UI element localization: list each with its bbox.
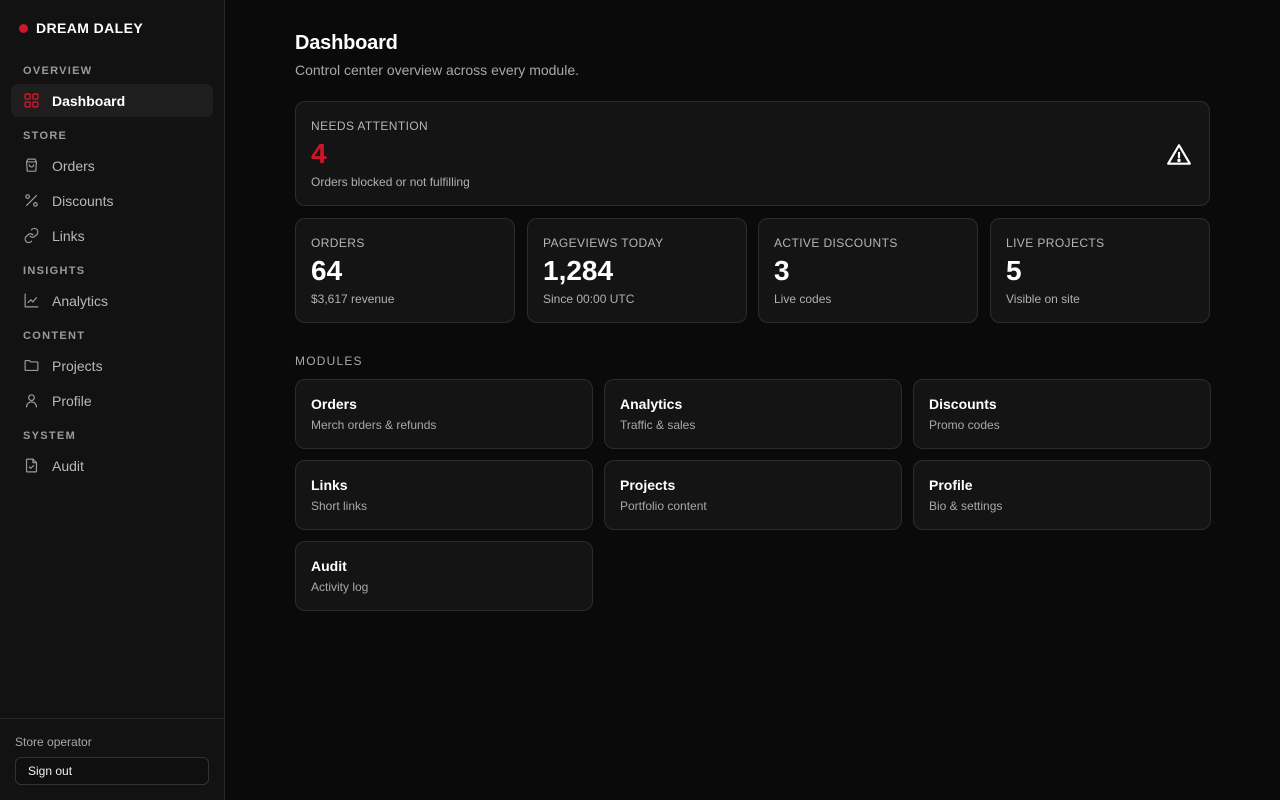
sidebar-item-label: Projects [52,357,103,374]
nav-heading: OVERVIEW [23,65,93,77]
user-icon [23,392,40,409]
module-desc: Portfolio content [620,499,707,513]
module-card-discounts[interactable]: Discounts Promo codes [913,379,1211,449]
kpi-card-active-discounts[interactable]: ACTIVE DISCOUNTS 3 Live codes [758,218,978,323]
brand-name: DREAM DALEY [36,20,144,36]
chart-line-icon [23,292,40,309]
sidebar-item-audit[interactable]: Audit [11,449,213,482]
module-title: Links [311,477,348,493]
module-card-orders[interactable]: Orders Merch orders & refunds [295,379,593,449]
brand[interactable]: DREAM DALEY [19,20,143,36]
nav-section-content: CONTENT Projects Profile [11,329,213,417]
modules-heading: MODULES [295,354,363,368]
module-card-projects[interactable]: Projects Portfolio content [604,460,902,530]
sidebar-item-label: Dashboard [52,92,126,109]
kpi-sub: Orders blocked or not fulfilling [311,175,470,189]
kpi-sub: Live codes [774,292,832,306]
sidebar-item-orders[interactable]: Orders [11,149,213,182]
module-desc: Activity log [311,580,369,594]
brand-dot [19,23,28,33]
nav-section-store: STORE Orders Discounts Links [11,129,213,252]
nav-heading: CONTENT [23,330,86,342]
module-title: Analytics [620,396,683,412]
module-title: Projects [620,477,676,493]
kpi-value: 64 [311,255,343,286]
module-card-links[interactable]: Links Short links [295,460,593,530]
nav-section-overview: OVERVIEW Dashboard [11,64,213,117]
page-subtitle: Control center overview across every mod… [295,62,580,78]
module-desc: Merch orders & refunds [311,418,437,432]
kpi-label: ORDERS [311,236,365,250]
kpi-label: ACTIVE DISCOUNTS [774,236,898,250]
bag-icon [23,157,40,174]
kpi-sub: Visible on site [1006,292,1080,306]
nav-section-insights: INSIGHTS Analytics [11,264,213,317]
kpi-value: 1,284 [543,255,614,286]
module-desc: Traffic & sales [620,418,696,432]
sidebar-item-discounts[interactable]: Discounts [11,184,213,217]
module-card-analytics[interactable]: Analytics Traffic & sales [604,379,902,449]
sidebar-item-label: Orders [52,157,95,174]
user-role: Store operator [15,735,92,749]
sidebar-item-label: Audit [52,457,84,474]
kpi-label: NEEDS ATTENTION [311,119,429,133]
kpi-sub: $3,617 revenue [311,292,395,306]
module-title: Orders [311,396,357,412]
module-title: Discounts [929,396,997,412]
warning-icon [1167,144,1191,165]
nav-heading: SYSTEM [23,430,77,442]
sidebar: DREAM DALEY OVERVIEW Dashboard STORE Ord… [0,0,225,800]
module-desc: Bio & settings [929,499,1003,513]
sidebar-item-profile[interactable]: Profile [11,384,213,417]
sidebar-nav: OVERVIEW Dashboard STORE Orders Discount… [11,64,213,494]
module-desc: Short links [311,499,368,513]
link-icon [23,227,40,244]
kpi-value: 5 [1006,255,1022,286]
nav-section-system: SYSTEM Audit [11,429,213,482]
kpi-card-pageviews[interactable]: PAGEVIEWS TODAY 1,284 Since 00:00 UTC [527,218,747,323]
grid-icon [23,92,40,109]
kpi-label: PAGEVIEWS TODAY [543,236,664,250]
app-shell: DREAM DALEY OVERVIEW Dashboard STORE Ord… [0,0,1280,800]
kpi-label: LIVE PROJECTS [1006,236,1105,250]
nav-heading: STORE [23,130,68,142]
needs-attention-card[interactable]: NEEDS ATTENTION 4 Orders blocked or not … [295,101,1210,206]
folder-icon [23,357,40,374]
sign-out-button[interactable]: Sign out [15,757,209,785]
sidebar-item-label: Links [52,227,85,244]
sidebar-item-dashboard[interactable]: Dashboard [11,84,213,117]
sidebar-item-label: Analytics [52,292,109,309]
kpi-value: 3 [774,255,790,286]
nav-heading: INSIGHTS [23,265,86,277]
module-desc: Promo codes [929,418,1000,432]
main-content: Dashboard Control center overview across… [225,0,1280,800]
sidebar-footer: Store operator Sign out [0,718,224,800]
sidebar-item-label: Discounts [52,192,114,209]
kpi-sub: Since 00:00 UTC [543,292,635,306]
sidebar-item-links[interactable]: Links [11,219,213,252]
kpi-card-orders[interactable]: ORDERS 64 $3,617 revenue [295,218,515,323]
sidebar-item-projects[interactable]: Projects [11,349,213,382]
kpi-card-live-projects[interactable]: LIVE PROJECTS 5 Visible on site [990,218,1210,323]
module-card-audit[interactable]: Audit Activity log [295,541,593,611]
percent-icon [23,192,40,209]
sidebar-item-analytics[interactable]: Analytics [11,284,213,317]
module-title: Audit [311,558,347,574]
module-title: Profile [929,477,973,493]
module-card-profile[interactable]: Profile Bio & settings [913,460,1211,530]
kpi-value: 4 [311,138,327,169]
file-check-icon [23,457,40,474]
page-title: Dashboard [295,32,398,54]
sidebar-item-label: Profile [52,392,92,409]
